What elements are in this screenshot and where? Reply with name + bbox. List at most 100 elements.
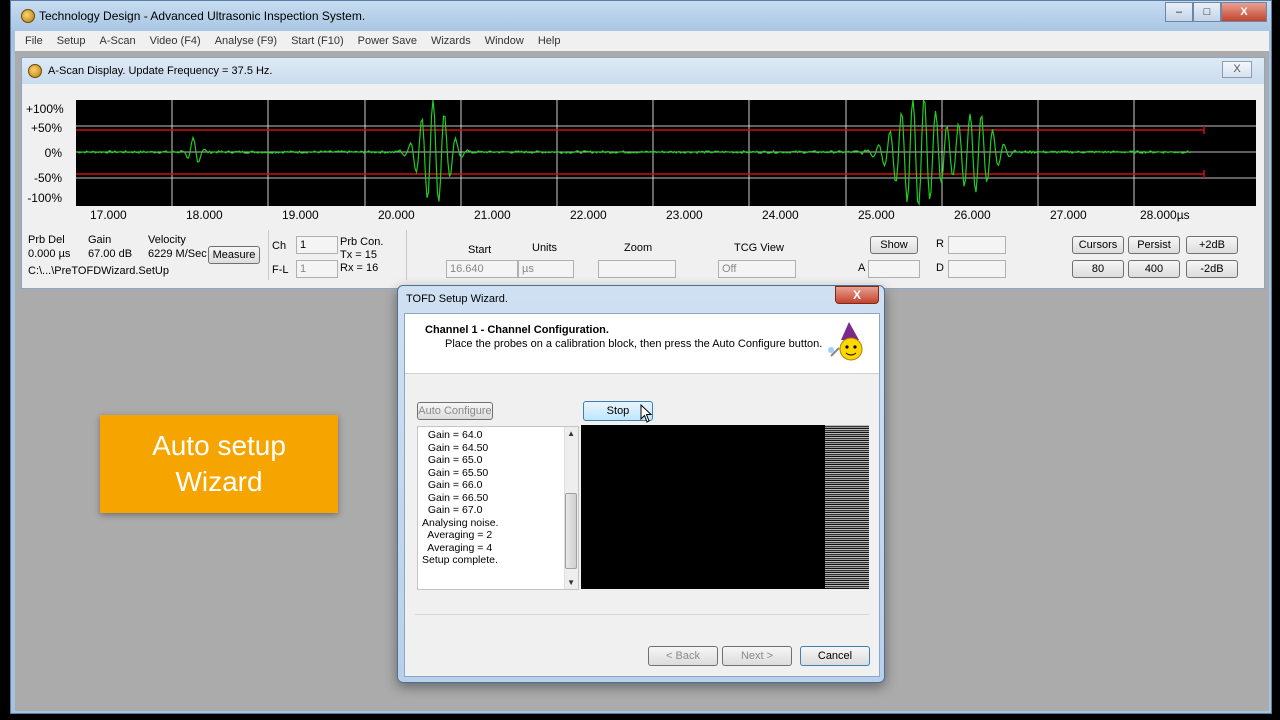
- wizard-icon: [828, 322, 863, 361]
- tofd-setup-wizard-dialog: TOFD Setup Wizard. X Channel 1 - Channel…: [397, 285, 885, 683]
- d-label: D: [936, 262, 944, 274]
- log-line: Gain = 65.0: [422, 454, 483, 466]
- progress-log[interactable]: Gain = 64.0 Gain = 64.50 Gain = 65.0 Gai…: [417, 426, 579, 590]
- x-label: 19.000: [282, 208, 319, 222]
- minimize-button[interactable]: –: [1165, 2, 1193, 22]
- dialog-title: TOFD Setup Wizard.: [406, 293, 508, 305]
- velocity-label: Velocity: [148, 234, 186, 246]
- ascan-plot[interactable]: [76, 100, 1256, 206]
- log-line: Analysing noise.: [422, 516, 499, 529]
- menu-help[interactable]: Help: [538, 35, 561, 47]
- menu-setup[interactable]: Setup: [57, 35, 86, 47]
- x-label: 26.000: [954, 208, 991, 222]
- log-line: Gain = 64.50: [422, 441, 489, 454]
- velocity-value: 6229 M/Sec: [148, 248, 207, 260]
- channel-config-instruction: Place the probes on a calibration block,…: [445, 338, 823, 350]
- auto-configure-button[interactable]: Auto Configure: [417, 402, 493, 420]
- gain-value: 67.00 dB: [88, 248, 133, 260]
- prb-con-label: Prb Con.: [340, 236, 384, 248]
- x-label: 25.000: [858, 208, 895, 222]
- ch-label: Ch: [272, 240, 287, 252]
- menu-video[interactable]: Video (F4): [150, 35, 201, 47]
- scroll-up-icon[interactable]: ▲: [567, 429, 575, 438]
- ascan-icon: [28, 64, 42, 78]
- x-label: 22.000: [570, 208, 607, 222]
- fl-label: F-L: [272, 264, 289, 276]
- x-label: 24.000: [762, 208, 799, 222]
- start-label: Start: [468, 244, 492, 256]
- fl-spinner[interactable]: 1: [296, 260, 338, 278]
- gain-label: Gain: [88, 234, 112, 246]
- y-label-0: 0%: [44, 146, 62, 160]
- log-line: Setup complete.: [422, 554, 498, 566]
- log-line: Gain = 66.0: [422, 479, 483, 491]
- close-button[interactable]: X: [1221, 2, 1267, 22]
- tcg-view-select[interactable]: Off: [718, 260, 796, 278]
- ascan-window: A-Scan Display. Update Frequency = 37.5 …: [21, 57, 1265, 289]
- menu-bar: File Setup A-Scan Video (F4) Analyse (F9…: [15, 31, 1269, 51]
- rx-value: Rx = 16: [340, 262, 379, 274]
- log-scrollbar-thumb[interactable]: [565, 493, 577, 569]
- cancel-button[interactable]: Cancel: [800, 646, 870, 666]
- log-line: Averaging = 2: [422, 529, 493, 541]
- log-line: Gain = 64.0: [422, 429, 483, 441]
- a-label: A: [858, 262, 866, 274]
- banner-line-1: Auto setup: [152, 430, 286, 461]
- ch-spinner[interactable]: 1: [296, 236, 338, 254]
- plus-2db-button[interactable]: +2dB: [1186, 236, 1238, 254]
- r-label: R: [936, 238, 944, 250]
- units-select[interactable]: µs: [518, 260, 574, 278]
- x-label: 20.000: [378, 208, 415, 222]
- y-label-minus100: -100%: [27, 191, 62, 205]
- back-button[interactable]: < Back: [648, 646, 718, 666]
- app-icon: [21, 9, 35, 23]
- ascan-close-button[interactable]: X: [1222, 61, 1252, 78]
- menu-start[interactable]: Start (F10): [291, 35, 344, 47]
- scroll-down-icon[interactable]: ▼: [567, 578, 575, 587]
- minus-2db-button[interactable]: -2dB: [1186, 260, 1238, 278]
- menu-ascan[interactable]: A-Scan: [99, 35, 135, 47]
- x-label: 18.000: [186, 208, 223, 222]
- zoom-select[interactable]: [598, 260, 676, 278]
- menu-window[interactable]: Window: [485, 35, 524, 47]
- title-bar: Technology Design - Advanced Ultrasonic …: [11, 1, 1271, 31]
- menu-file[interactable]: File: [25, 35, 43, 47]
- maximize-button[interactable]: □: [1193, 2, 1221, 22]
- menu-power-save[interactable]: Power Save: [358, 35, 417, 47]
- d-field[interactable]: [948, 260, 1006, 278]
- 80-button[interactable]: 80: [1072, 260, 1124, 278]
- 400-button[interactable]: 400: [1128, 260, 1180, 278]
- start-field[interactable]: 16.640: [446, 260, 518, 278]
- r-field[interactable]: [948, 236, 1006, 254]
- show-button[interactable]: Show: [870, 236, 918, 254]
- tx-value: Tx = 15: [340, 249, 377, 261]
- x-label: 27.000: [1050, 208, 1087, 222]
- cursors-button[interactable]: Cursors: [1072, 236, 1124, 254]
- menu-analyse[interactable]: Analyse (F9): [215, 35, 277, 47]
- signal-preview: [581, 425, 869, 589]
- x-label: 17.000: [90, 208, 127, 222]
- prb-del-label: Prb Del: [28, 234, 65, 246]
- next-button[interactable]: Next >: [722, 646, 792, 666]
- persist-button[interactable]: Persist: [1128, 236, 1180, 254]
- dialog-header: Channel 1 - Channel Configuration. Place…: [405, 314, 879, 374]
- log-line: Gain = 65.50: [422, 466, 489, 479]
- ascan-title-bar: A-Scan Display. Update Frequency = 37.5 …: [22, 58, 1264, 84]
- channel-config-heading: Channel 1 - Channel Configuration.: [425, 324, 609, 336]
- y-label-50: +50%: [30, 121, 62, 135]
- ascan-title: A-Scan Display. Update Frequency = 37.5 …: [48, 65, 273, 77]
- dialog-close-button[interactable]: X: [835, 286, 879, 304]
- x-label: 21.000: [474, 208, 511, 222]
- window-title: Technology Design - Advanced Ultrasonic …: [39, 9, 366, 23]
- banner-line-2: Wizard: [175, 466, 263, 497]
- x-label: 23.000: [666, 208, 703, 222]
- measure-button[interactable]: Measure: [208, 246, 260, 264]
- a-field[interactable]: [868, 260, 920, 278]
- prb-del-value: 0.000 µs: [28, 248, 71, 260]
- units-label: Units: [532, 242, 558, 254]
- signal-bscan-strip: [825, 425, 869, 589]
- log-line: Gain = 66.50: [422, 491, 489, 504]
- menu-wizards[interactable]: Wizards: [431, 35, 471, 47]
- zoom-label: Zoom: [624, 242, 653, 254]
- y-label-100: +100%: [26, 102, 64, 116]
